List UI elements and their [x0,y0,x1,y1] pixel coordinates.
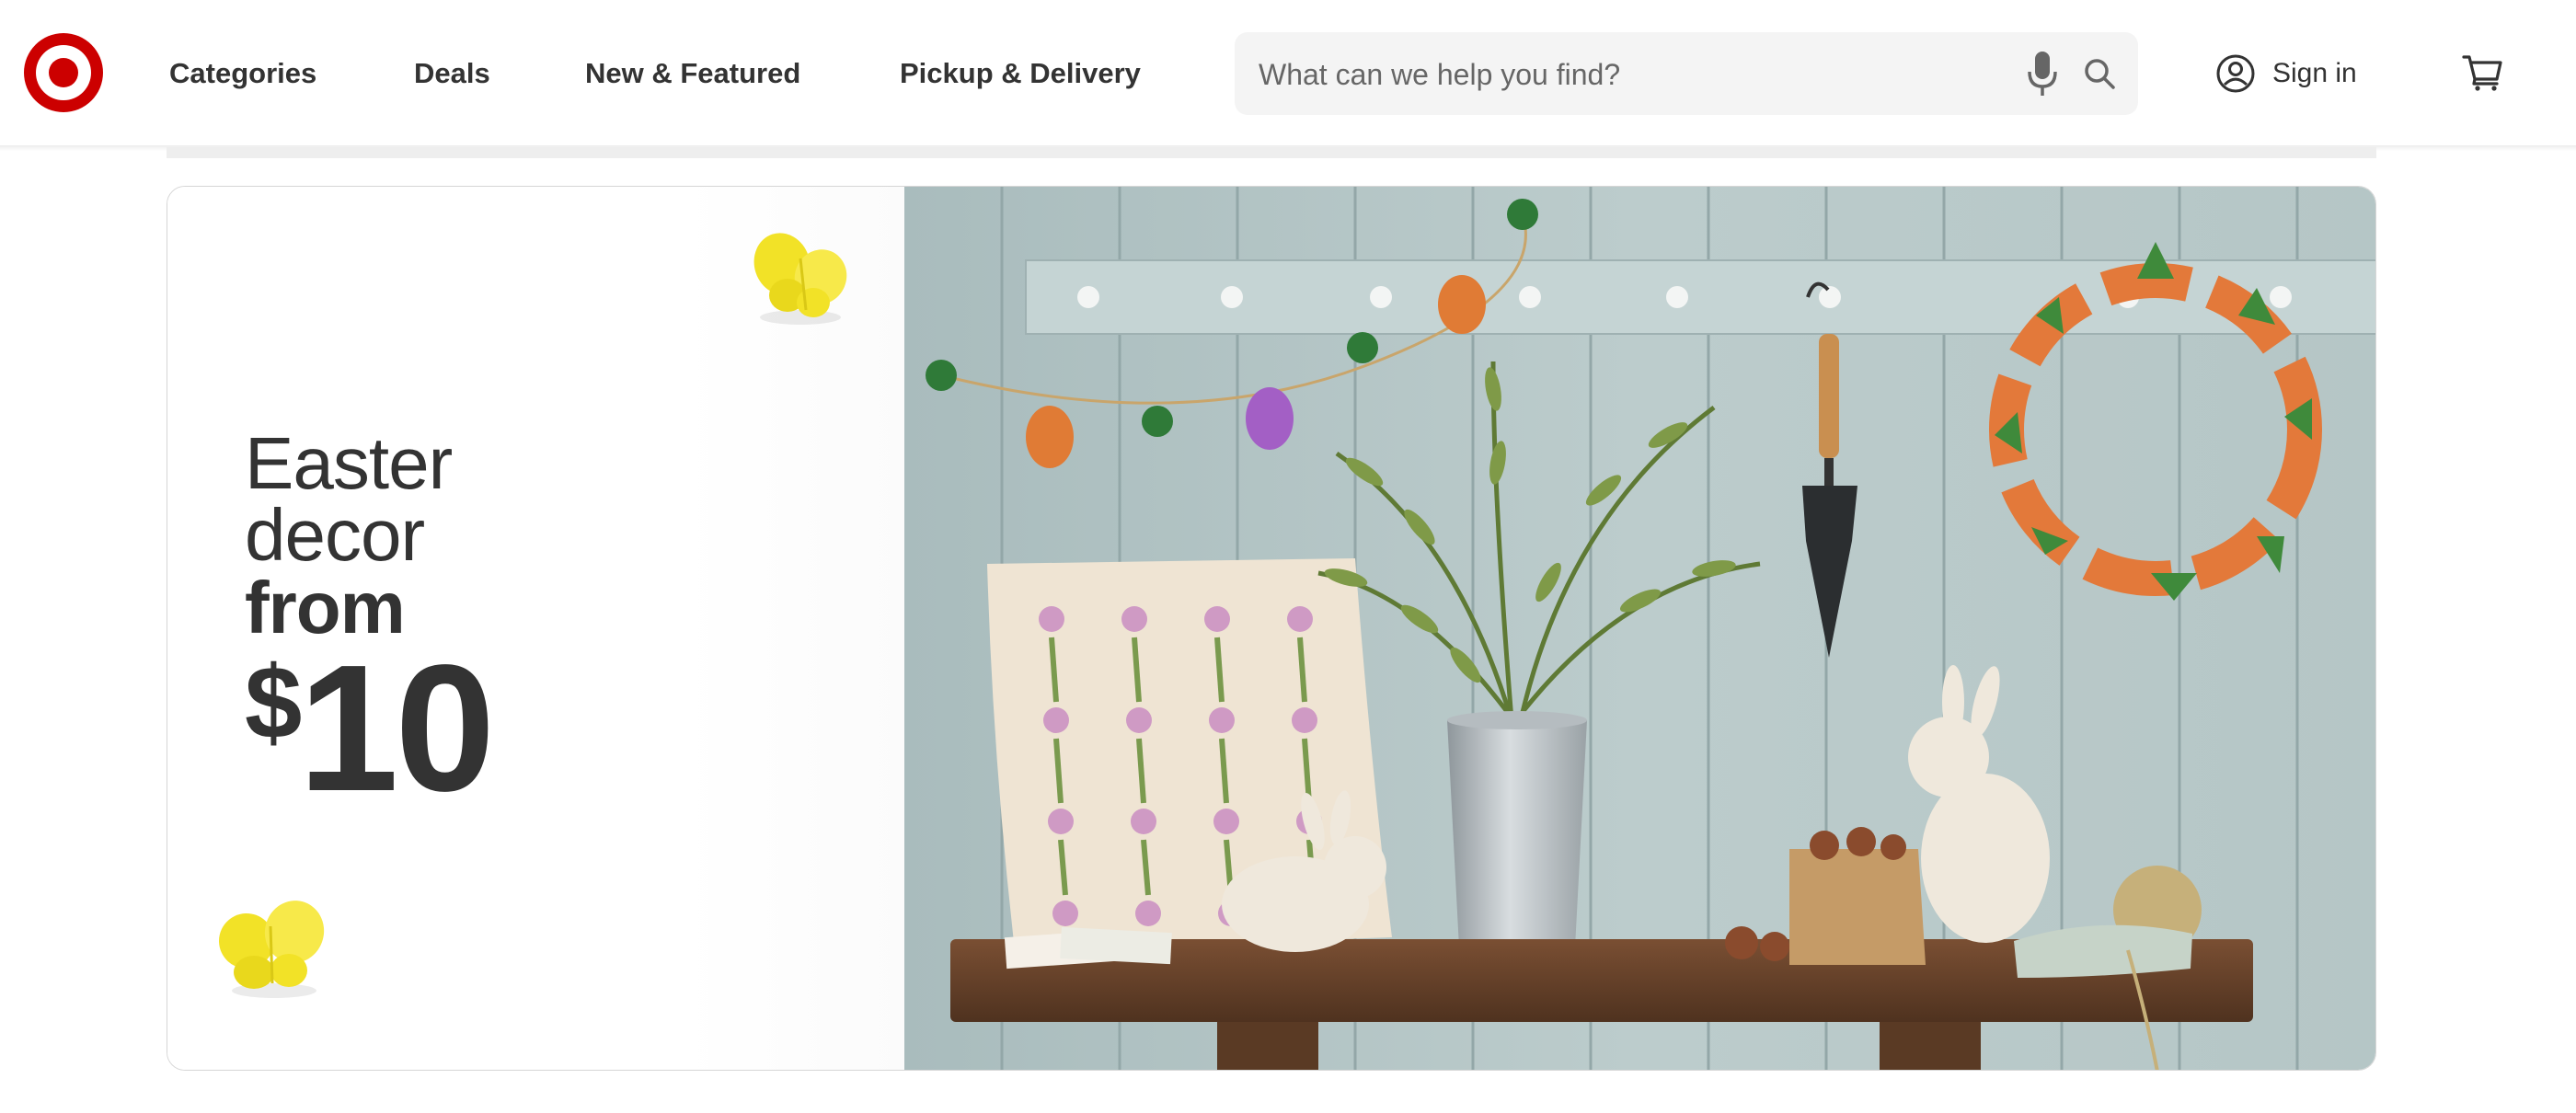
promo-price: $ 10 [245,627,495,830]
butterfly-decoration-icon [219,901,325,998]
top-navigation-bar: Categories Deals New & Featured Pickup &… [0,0,2576,147]
search-icon[interactable] [2083,57,2116,90]
paper-bag [1789,849,1926,965]
vase-rim [1447,711,1587,729]
nav-pickup-delivery[interactable]: Pickup & Delivery [900,48,1141,99]
microphone-icon[interactable] [2024,50,2061,98]
headline-line-1: Easter [245,422,453,504]
promo-text-panel: Easter decor from $ 10 [167,187,904,1070]
nav-new-featured[interactable]: New & Featured [585,48,800,99]
sign-in-label: Sign in [2272,58,2357,88]
account-icon [2216,54,2255,93]
cart-icon[interactable] [2462,53,2502,92]
promo-headline: Easter decor from $ 10 [245,422,495,830]
content-divider [167,147,2376,158]
easter-decor-photo [904,187,2375,1070]
sign-in-button[interactable]: Sign in [2215,52,2357,96]
butterfly-decoration-icon [753,233,847,325]
price-currency-symbol: $ [245,645,302,761]
search-input[interactable] [1257,32,2015,117]
search-bar [1235,32,2138,117]
bench-leg [1880,1022,1981,1070]
price-value: 10 [298,627,495,830]
metal-vase [1447,720,1587,965]
headline-line-2: decor [245,494,425,577]
nav-categories[interactable]: Categories [169,48,316,99]
nav-deals[interactable]: Deals [414,48,490,99]
target-logo-icon[interactable] [24,33,103,112]
easter-promo-banner[interactable]: Easter decor from $ 10 [167,186,2376,1071]
bench-leg [1217,1022,1318,1070]
